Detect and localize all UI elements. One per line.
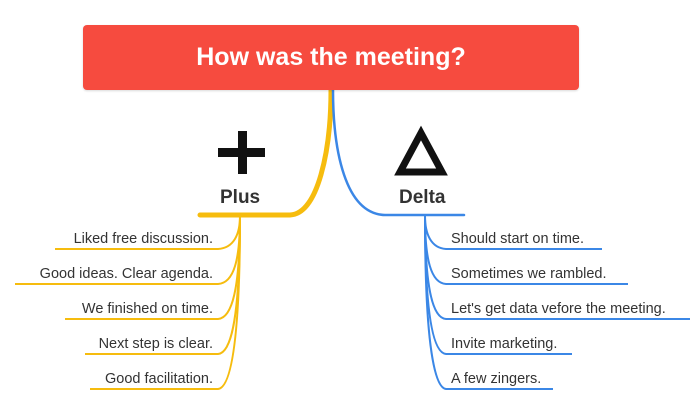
plus-item-4[interactable]: Next step is clear. <box>99 336 213 352</box>
delta-item-5[interactable]: A few zingers. <box>451 371 541 387</box>
delta-item-3[interactable]: Let's get data vefore the meeting. <box>451 301 666 317</box>
branch-label-delta[interactable]: Delta <box>399 187 445 209</box>
central-topic-title: How was the meeting? <box>196 43 466 71</box>
central-topic[interactable]: How was the meeting? <box>83 25 579 90</box>
plus-item-3[interactable]: We finished on time. <box>82 301 213 317</box>
plus-item-1[interactable]: Liked free discussion. <box>74 231 213 247</box>
delta-triangle-icon <box>394 125 448 176</box>
plus-item-5[interactable]: Good facilitation. <box>105 371 213 387</box>
delta-item-2[interactable]: Sometimes we rambled. <box>451 266 607 282</box>
branch-label-plus[interactable]: Plus <box>220 187 260 209</box>
delta-item-4[interactable]: Invite marketing. <box>451 336 557 352</box>
plus-icon <box>218 131 265 174</box>
delta-item-1[interactable]: Should start on time. <box>451 231 584 247</box>
plus-item-2[interactable]: Good ideas. Clear agenda. <box>40 266 213 282</box>
